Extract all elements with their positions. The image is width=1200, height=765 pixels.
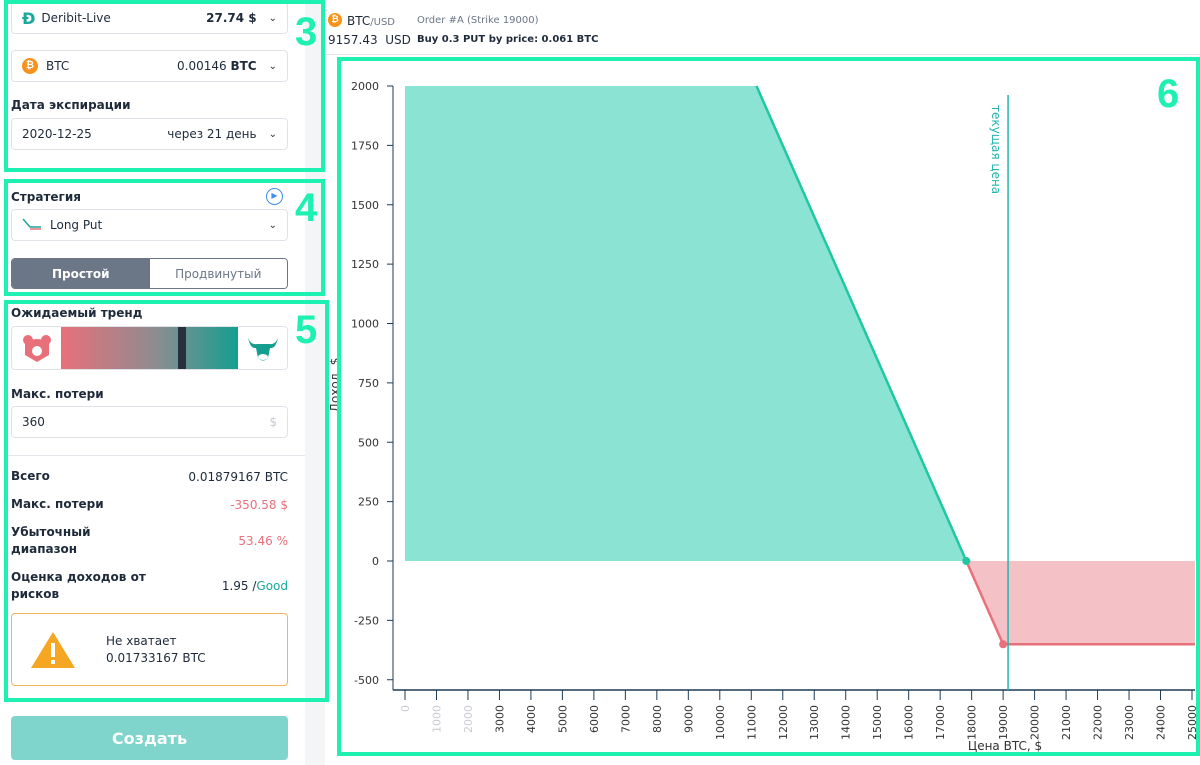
highlight-box-3 <box>4 0 325 172</box>
order-description: Buy 0.3 PUT by price: 0.061 BTC <box>417 34 599 45</box>
highlight-box-4 <box>4 179 325 296</box>
price-unit: USD <box>385 33 411 47</box>
btc-icon: ₿ <box>328 13 342 27</box>
pair-base: BTC <box>347 14 371 28</box>
marker-4: 4 <box>295 186 318 230</box>
highlight-box-6 <box>337 57 1200 756</box>
marker-6: 6 <box>1157 72 1180 116</box>
marker-3: 3 <box>295 10 318 54</box>
highlight-box-5 <box>4 300 329 702</box>
order-title: Order #A (Strike 19000) <box>417 15 539 26</box>
create-button[interactable]: Создать <box>11 716 288 760</box>
marker-5: 5 <box>295 308 318 352</box>
pair-quote: /USD <box>370 17 395 28</box>
chart-header: ₿ BTC/USD 9157.43 USD Order #A (Strike 1… <box>325 0 1200 55</box>
current-price: 9157.43 <box>328 33 378 47</box>
